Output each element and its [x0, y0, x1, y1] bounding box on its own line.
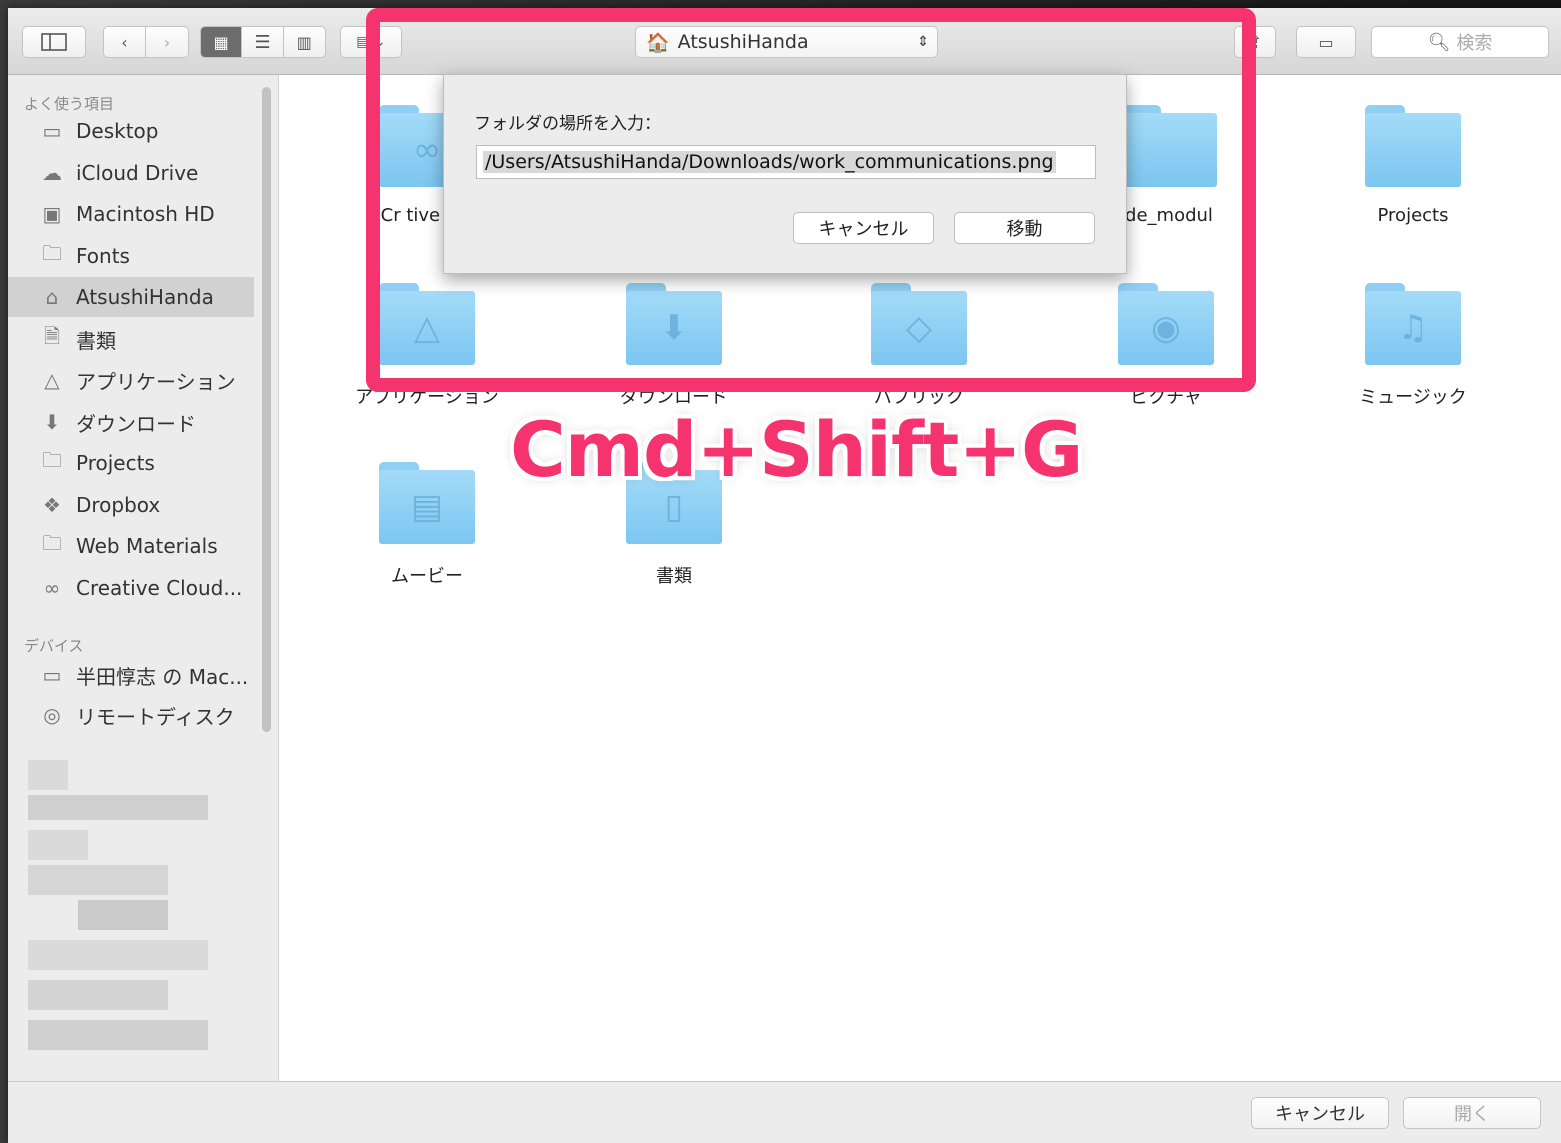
sidebar-item-downloads[interactable]: ⬇︎ ダウンロード: [8, 402, 254, 442]
sidebar-item-label: Fonts: [76, 244, 130, 268]
folder-icon: [1365, 105, 1461, 187]
sidebar-item-label: ダウンロード: [76, 411, 196, 436]
home-icon: ⌂: [45, 285, 59, 309]
sidebar-item-dropbox[interactable]: ❖ Dropbox: [8, 485, 254, 525]
sidebar-icon: [41, 33, 67, 51]
sidebar-item-label: AtsushiHanda: [76, 285, 214, 309]
tag-button[interactable]: ▭: [1296, 26, 1356, 58]
file-item[interactable]: ▤ ムービー: [327, 462, 527, 588]
blurred-region: [18, 750, 258, 1080]
file-item-label: 書類: [656, 566, 692, 587]
columns-icon: ▥: [296, 32, 312, 52]
sidebar-item-remote-disc[interactable]: ◎ リモートディスク: [8, 695, 254, 735]
sidebar-item-web-materials[interactable]: 🗀︎ Web Materials: [8, 526, 254, 566]
sidebar-item-label: Desktop: [76, 119, 159, 143]
sidebar-item-label: Web Materials: [76, 534, 218, 558]
folder-icon: 🗀︎: [42, 531, 62, 555]
tag-icon: ▭: [1318, 32, 1334, 52]
disk-icon: ▣: [42, 202, 62, 226]
list-icon: ☰: [254, 31, 271, 53]
search-placeholder: 検索: [1456, 33, 1493, 54]
sidebar-item-label: 書類: [76, 328, 116, 353]
devices-header: デバイス: [24, 637, 84, 655]
sidebar-item-label: リモートディスク: [76, 704, 235, 729]
sidebar-item-label: Macintosh HD: [76, 202, 215, 226]
shortcut-annotation: Cmd+Shift+G: [510, 405, 1083, 494]
file-item-label: Projects: [1377, 205, 1449, 226]
folder-icon: 🗀︎: [42, 448, 62, 472]
sidebar: よく使う項目 ▭ Desktop ☁︎ iCloud Drive ▣ Macintos…: [8, 75, 279, 1081]
list-view-button[interactable]: ☰: [242, 27, 284, 57]
cloud-icon: ☁︎: [42, 161, 62, 185]
sidebar-item-creative-cloud[interactable]: ∞ Creative Cloud...: [8, 568, 254, 608]
sidebar-item-label: iCloud Drive: [76, 161, 199, 185]
sidebar-item-applications[interactable]: △ アプリケーション: [8, 360, 254, 400]
sidebar-item-label: Projects: [76, 451, 155, 475]
sidebar-item-label: Dropbox: [76, 493, 161, 517]
file-item[interactable]: ♫ ミュージック: [1313, 283, 1513, 409]
open-button[interactable]: 開く: [1403, 1097, 1541, 1129]
file-item[interactable]: Projects: [1313, 105, 1513, 226]
laptop-icon: ▭: [42, 663, 62, 687]
view-mode-control: ▦ ☰ ▥: [200, 26, 326, 58]
sidebar-scrollbar[interactable]: [262, 87, 271, 732]
movie-icon: ▤: [379, 462, 475, 544]
sidebar-item-label: Creative Cloud...: [76, 576, 243, 600]
sidebar-item-documents[interactable]: 🗎︎ 書類: [8, 319, 254, 359]
file-item-label: ムービー: [391, 566, 463, 587]
bottom-bar: キャンセル 開く: [8, 1081, 1561, 1143]
search-field[interactable]: 🔍︎ 検索: [1371, 26, 1549, 58]
back-forward-control: ‹ ›: [103, 26, 189, 58]
forward-button[interactable]: ›: [146, 27, 188, 57]
sidebar-item-label: 半田惇志 の Mac...: [76, 664, 249, 689]
remote-disc-icon: ◎: [43, 703, 61, 727]
sidebar-item-desktop[interactable]: ▭ Desktop: [8, 111, 254, 151]
grid-icon: ▦: [213, 32, 229, 52]
sidebar-item-mac[interactable]: ▭ 半田惇志 の Mac...: [8, 655, 254, 695]
chevron-right-icon: ›: [163, 32, 171, 52]
column-view-button[interactable]: ▥: [284, 27, 325, 57]
creative-cloud-icon: ∞: [43, 576, 61, 600]
sidebar-item-atsushihanda[interactable]: ⌂ AtsushiHanda: [8, 277, 254, 317]
file-item-label: ミュージック: [1359, 387, 1467, 408]
document-icon: 🗎︎: [43, 324, 61, 348]
sidebar-toggle-button[interactable]: [22, 26, 86, 58]
sidebar-item-macintosh-hd[interactable]: ▣ Macintosh HD: [8, 194, 254, 234]
cancel-button[interactable]: キャンセル: [1251, 1097, 1389, 1129]
icon-view-button[interactable]: ▦: [201, 27, 243, 57]
sidebar-item-label: アプリケーション: [76, 369, 236, 394]
sidebar-item-projects[interactable]: 🗀︎ Projects: [8, 443, 254, 483]
desktop-icon: ▭: [42, 119, 62, 143]
search-icon: 🔍︎: [1427, 31, 1451, 53]
dropbox-icon: ❖: [43, 493, 61, 517]
download-icon: ⬇︎: [43, 410, 61, 434]
chevron-left-icon: ‹: [121, 32, 128, 52]
folder-icon: 🗀︎: [42, 241, 62, 265]
applications-icon: △: [44, 368, 60, 392]
sidebar-item-icloud-drive[interactable]: ☁︎ iCloud Drive: [8, 153, 254, 193]
back-button[interactable]: ‹: [104, 27, 147, 57]
highlight-box: [366, 8, 1256, 392]
sidebar-item-fonts[interactable]: 🗀︎ Fonts: [8, 236, 254, 276]
music-icon: ♫: [1365, 283, 1461, 365]
